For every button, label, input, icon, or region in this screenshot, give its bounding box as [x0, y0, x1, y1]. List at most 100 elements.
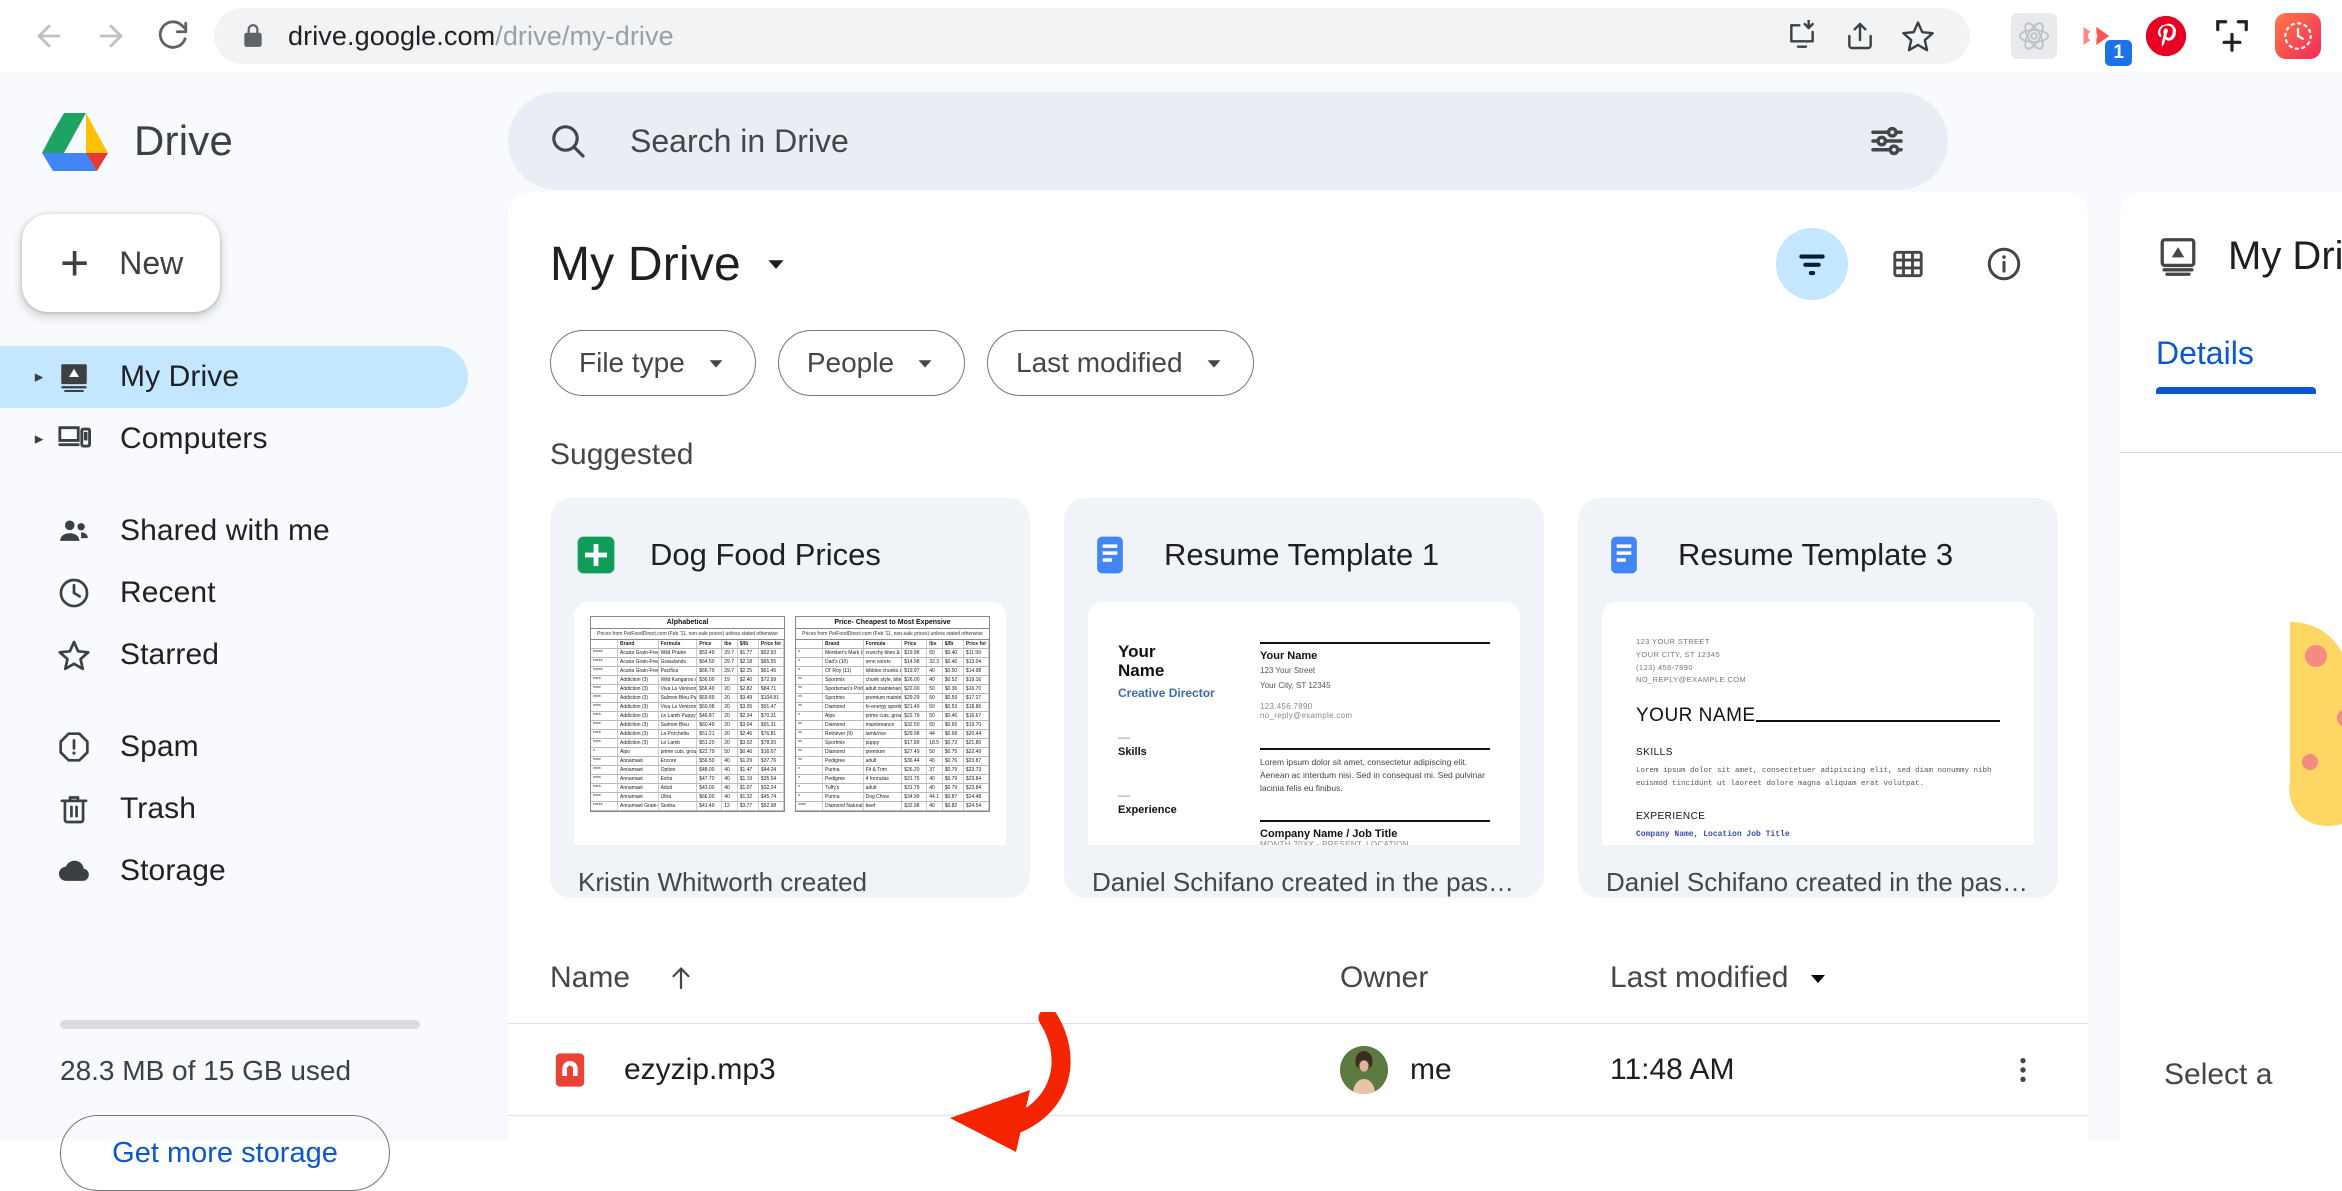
- resume-name: YOUR NAME: [1636, 705, 1756, 726]
- back-arrow-icon[interactable]: [18, 5, 80, 67]
- sheet-cell: 20: [722, 703, 738, 712]
- sheet-cell: $19.98: [902, 649, 928, 658]
- forward-arrow-icon[interactable]: [80, 5, 142, 67]
- card-thumbnail: 123 YOUR STREET YOUR CITY, ST 12345 (123…: [1602, 602, 2034, 845]
- sheet-row: *Alpoprime cuts, ground beef$22.7950$0.4…: [591, 748, 784, 758]
- sheet-cell: $51.21: [697, 730, 723, 739]
- sheet-cell: Encore: [659, 757, 698, 766]
- sidebar-item-shared-with-me[interactable]: Shared with me: [0, 500, 468, 562]
- grid-view-icon[interactable]: [1872, 228, 1944, 300]
- filter-list-icon[interactable]: [1776, 228, 1848, 300]
- sidebar-item-spam[interactable]: Spam: [0, 716, 468, 778]
- sheet-cell: adult maintenance: [865, 685, 903, 694]
- sheet-cell: $0.73: [943, 739, 964, 748]
- sheet-cell: 37: [927, 766, 943, 775]
- save-to-desktop-icon[interactable]: [1776, 10, 1828, 62]
- sheet-cell: $3.05: [738, 703, 759, 712]
- sheet-cell: *: [591, 748, 619, 757]
- sheet-cell: 4 formulas: [864, 775, 903, 784]
- sheet-cell: $91.31: [759, 721, 784, 730]
- sheet-cell: Diamond: [823, 748, 864, 757]
- sheet-cell: $29.98: [902, 730, 928, 739]
- sheet-row: *****Annamaet Grain-FreeSedna$41.4912$3.…: [591, 802, 784, 812]
- tab-details[interactable]: Details: [2156, 335, 2254, 371]
- table-row[interactable]: ezyzip.mp3 me 11:48 AM: [508, 1024, 2088, 1116]
- search-input[interactable]: Search in Drive: [630, 123, 849, 160]
- pinterest-icon[interactable]: [2140, 10, 2192, 62]
- sheet-cell: 50: [927, 748, 943, 757]
- clock-extension-icon[interactable]: [2272, 10, 2324, 62]
- main-content: My Drive File type People Last modified …: [508, 192, 2088, 1140]
- sheet-cell: *****: [591, 658, 619, 667]
- info-icon[interactable]: [1968, 228, 2040, 300]
- sheet-cell: $22.49: [964, 748, 989, 757]
- chip-last-modified[interactable]: Last modified: [987, 330, 1254, 396]
- suggested-card[interactable]: Dog Food Prices Alphabetical Prices from…: [550, 498, 1030, 898]
- reload-icon[interactable]: [142, 5, 204, 67]
- bookmark-star-icon[interactable]: [1892, 10, 1944, 62]
- computers-icon: [52, 422, 96, 456]
- sheet-cell: $1.32: [738, 793, 759, 802]
- sidebar-nav: ▸ My Drive ▸ Computers Shared with me Re…: [0, 346, 500, 902]
- details-title: My Dri: [2228, 234, 2342, 278]
- sheet-cell: $64.50: [697, 658, 723, 667]
- video-capture-icon[interactable]: 1: [2074, 10, 2132, 66]
- resume-rule: [1260, 748, 1490, 750]
- chevron-down-icon[interactable]: [763, 251, 789, 277]
- sheet-cell: *: [796, 784, 824, 793]
- sheet-cell: 50: [927, 703, 943, 712]
- tune-icon[interactable]: [1866, 120, 1908, 162]
- sheet-cell: $3.02: [738, 739, 759, 748]
- details-header: My Dri: [2120, 192, 2342, 279]
- sheet-cell: $66.79: [697, 667, 723, 676]
- card-header: Resume Template 1: [1088, 522, 1520, 588]
- sheet-cell: [796, 640, 824, 649]
- suggested-card[interactable]: Resume Template 1 Your Name Creative Dir…: [1064, 498, 1544, 898]
- screenshot-crop-icon[interactable]: [2206, 10, 2258, 62]
- sheet-cell: $14.98: [964, 667, 989, 676]
- sheet-row: ** Pedigree adult $36.44 40 $0.76 $23.87: [796, 757, 989, 767]
- sheet-cell: premium maintenance: [865, 694, 903, 703]
- file-modified-time: 11:48 AM: [1610, 1052, 1735, 1086]
- sidebar-item-my-drive[interactable]: ▸ My Drive: [0, 346, 468, 408]
- get-more-storage-button[interactable]: Get more storage: [60, 1115, 390, 1191]
- sheet-row: ***** Acana Grain-Free Wild Prairie $52.49 2…: [591, 649, 784, 659]
- sheet-cell: $60.98: [697, 703, 723, 712]
- expand-caret-icon[interactable]: ▸: [26, 429, 52, 449]
- card-header: Resume Template 3: [1602, 522, 2034, 588]
- sheet-row: * Purina Dog Chow $34.99 44.1 $0.87 $24.48: [796, 793, 989, 803]
- sheet-cell: $60.49: [697, 721, 723, 730]
- column-header-owner[interactable]: Owner: [1340, 961, 1610, 995]
- suggested-card[interactable]: Resume Template 3 123 YOUR STREET YOUR C…: [1578, 498, 2058, 898]
- sheet-row: **** Annamaet Adult $43.00 40 $1.07 $32.24: [591, 784, 784, 794]
- sidebar-item-recent[interactable]: Recent: [0, 562, 468, 624]
- react-devtools-icon[interactable]: [2008, 10, 2060, 62]
- card-header: Dog Food Prices: [574, 522, 1006, 588]
- sheet-cell: Sportmix: [823, 676, 864, 685]
- sheet-cell: $13.04: [964, 658, 989, 667]
- column-header-name[interactable]: Name: [550, 961, 1340, 995]
- sheet-row: * Dad's (10) ornn sorets $14.98 32.3 $0.46 $13…: [796, 658, 989, 668]
- drive-brand[interactable]: Drive: [0, 72, 500, 182]
- sidebar-item-starred[interactable]: Starred: [0, 624, 468, 686]
- resume-skills-label: Skills: [1118, 746, 1147, 759]
- share-icon[interactable]: [1834, 10, 1886, 62]
- sidebar-item-storage[interactable]: Storage: [0, 840, 468, 902]
- sheet-cell: $52.93: [759, 649, 784, 658]
- chip-people[interactable]: People: [777, 330, 966, 396]
- sidebar-item-trash[interactable]: Trash: [0, 778, 468, 840]
- sidebar-item-computers[interactable]: ▸ Computers: [0, 408, 468, 470]
- expand-caret-icon[interactable]: ▸: [26, 367, 52, 387]
- chip-file-type[interactable]: File type: [550, 330, 756, 396]
- sheet-cell: $0.59: [943, 694, 964, 703]
- search-bar[interactable]: Search in Drive: [508, 92, 1948, 190]
- sheet-cell: **: [796, 703, 824, 712]
- column-header-last-modified[interactable]: Last modified: [1610, 961, 2040, 995]
- sheet-row: * Pedigree 4 formulas $31.75 40 $0.79 $23.84: [796, 775, 989, 785]
- chevron-down-icon: [1806, 966, 1830, 990]
- address-bar[interactable]: drive.google.com/drive/my-drive: [214, 8, 1970, 64]
- new-button[interactable]: + New: [22, 214, 220, 312]
- tab-active-underline: [2156, 387, 2316, 394]
- sheet-cell: $104.81: [759, 694, 784, 703]
- more-vertical-icon[interactable]: [2006, 1053, 2040, 1087]
